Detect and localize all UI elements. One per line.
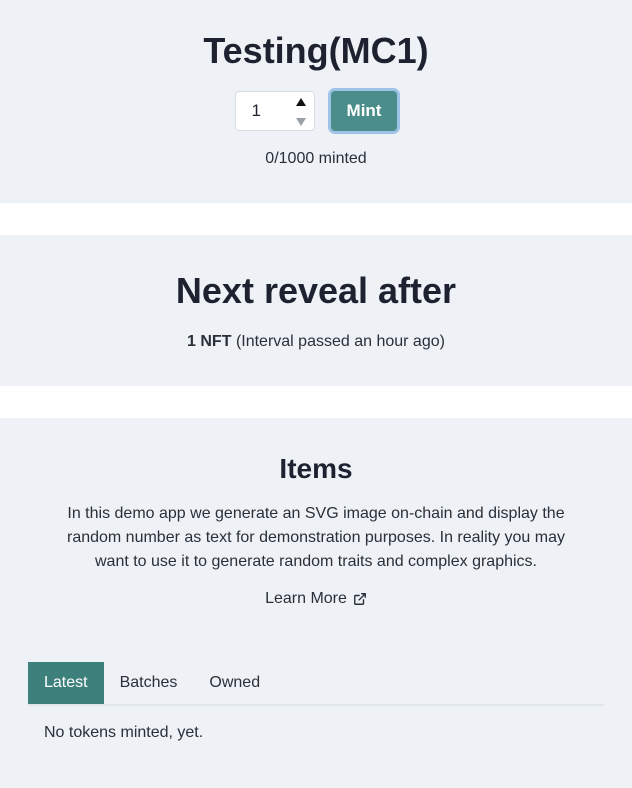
minted-status: 0/1000 minted: [265, 150, 367, 167]
mint-section: Testing(MC1) 1 Mint 0/1000 minted: [0, 0, 632, 203]
items-section: Items In this demo app we generate an SV…: [0, 418, 632, 788]
quantity-input[interactable]: 1: [234, 91, 315, 131]
items-description: In this demo app we generate an SVG imag…: [66, 505, 565, 570]
reveal-info: 1 NFT (Interval passed an hour ago): [0, 333, 632, 351]
caret-down-icon[interactable]: [295, 118, 306, 126]
items-title: Items: [279, 453, 353, 484]
tab-latest[interactable]: Latest: [28, 662, 104, 704]
items-tabs: Latest Batches Owned: [28, 662, 604, 706]
section-gap: [0, 386, 632, 418]
mint-button[interactable]: Mint: [330, 91, 398, 131]
external-link-icon: [353, 593, 366, 605]
quantity-value: 1: [251, 101, 261, 120]
reveal-section: Next reveal after 1 NFT (Interval passed…: [0, 235, 632, 386]
learn-more-label: Learn More: [265, 590, 347, 607]
reveal-count: 1 NFT: [187, 333, 232, 350]
tab-batches[interactable]: Batches: [104, 662, 194, 704]
quantity-stepper[interactable]: [294, 96, 308, 128]
section-gap: [0, 203, 632, 235]
learn-more-link[interactable]: Learn More: [265, 590, 367, 608]
reveal-title: Next reveal after: [175, 270, 457, 311]
collection-title: Testing(MC1): [203, 30, 429, 71]
tab-owned[interactable]: Owned: [193, 662, 276, 704]
reveal-note: (Interval passed an hour ago): [235, 333, 445, 350]
mint-controls: 1 Mint: [0, 91, 632, 131]
caret-up-icon[interactable]: [295, 98, 306, 106]
empty-state-message: No tokens minted, yet.: [44, 724, 204, 741]
